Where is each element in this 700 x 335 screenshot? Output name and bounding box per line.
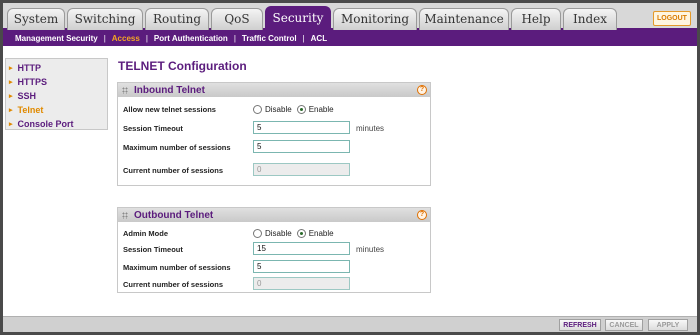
tab-security[interactable]: Security [265, 6, 331, 30]
sidebar-item-console-port[interactable]: ▸ Console Port [6, 117, 107, 131]
subnav-traffic-control[interactable]: Traffic Control [242, 34, 297, 43]
help-icon[interactable]: ? [417, 85, 427, 95]
session-timeout-label: Session Timeout [123, 244, 183, 254]
logout-button[interactable]: LOGOUT [653, 11, 691, 26]
outbound-session-timeout-input[interactable] [253, 242, 350, 255]
max-sessions-label: Maximum number of sessions [123, 142, 231, 152]
sidebar-item-telnet[interactable]: ▸ Telnet [6, 103, 107, 117]
allow-sessions-radio-group: Disable Enable [253, 104, 339, 114]
admin-mode-radio-group: Disable Enable [253, 228, 339, 238]
sidebar-item-https[interactable]: ▸ HTTPS [6, 75, 107, 89]
inbound-current-sessions-field [253, 163, 350, 176]
page-title: TELNET Configuration [118, 59, 247, 73]
drag-grip-icon [122, 86, 128, 94]
max-sessions-label: Maximum number of sessions [123, 262, 231, 272]
subnav-port-authentication[interactable]: Port Authentication [154, 34, 228, 43]
tab-monitoring[interactable]: Monitoring [333, 8, 417, 30]
subnav-management-security[interactable]: Management Security [15, 34, 98, 43]
cancel-button[interactable]: CANCEL [605, 319, 643, 331]
arrow-icon: ▸ [9, 121, 13, 128]
arrow-icon: ▸ [9, 65, 13, 72]
current-sessions-label: Current number of sessions [123, 165, 224, 175]
tab-qos[interactable]: QoS [211, 8, 263, 30]
inbound-telnet-panel: Inbound Telnet ? Allow new telnet sessio… [117, 82, 431, 186]
outbound-current-sessions-field [253, 277, 350, 290]
allow-sessions-label: Allow new telnet sessions [123, 104, 216, 114]
inbound-session-timeout-input[interactable] [253, 121, 350, 134]
allow-disable-radio[interactable] [253, 104, 262, 114]
tab-routing[interactable]: Routing [145, 8, 209, 30]
tab-index[interactable]: Index [563, 8, 617, 30]
tab-system[interactable]: System [7, 8, 65, 30]
tab-maintenance[interactable]: Maintenance [419, 8, 509, 30]
apply-button[interactable]: APPLY [648, 319, 688, 331]
tab-switching[interactable]: Switching [67, 8, 143, 30]
allow-enable-radio[interactable] [296, 104, 306, 114]
sidebar-item-ssh[interactable]: ▸ SSH [6, 89, 107, 103]
action-bar: REFRESH CANCEL APPLY [3, 316, 697, 332]
sidebar: ▸ HTTP ▸ HTTPS ▸ SSH ▸ Telnet ▸ Console Port [5, 58, 108, 130]
inbound-max-sessions-input[interactable] [253, 140, 350, 153]
drag-grip-icon [122, 211, 128, 219]
outbound-max-sessions-input[interactable] [253, 260, 350, 273]
outbound-telnet-panel: Outbound Telnet ? Admin Mode Disable Ena… [117, 207, 431, 293]
arrow-icon: ▸ [9, 93, 13, 100]
admin-disable-radio[interactable] [253, 228, 262, 238]
help-icon[interactable]: ? [417, 210, 427, 220]
inbound-panel-header: Inbound Telnet ? [118, 83, 430, 97]
admin-enable-radio[interactable] [296, 228, 306, 238]
arrow-icon: ▸ [9, 107, 13, 114]
inbound-panel-title: Inbound Telnet [134, 84, 205, 96]
current-sessions-label: Current number of sessions [123, 279, 224, 289]
admin-mode-label: Admin Mode [123, 228, 168, 238]
arrow-icon: ▸ [9, 79, 13, 86]
sidebar-item-http[interactable]: ▸ HTTP [6, 61, 107, 75]
app-window: System Switching Routing QoS Security Mo… [0, 0, 700, 335]
outbound-panel-header: Outbound Telnet ? [118, 208, 430, 222]
timeout-unit: minutes [356, 123, 385, 133]
tab-help[interactable]: Help [511, 8, 561, 30]
session-timeout-label: Session Timeout [123, 123, 183, 133]
subnav-access[interactable]: Access [112, 34, 140, 43]
subnav-acl[interactable]: ACL [311, 34, 327, 43]
top-nav: System Switching Routing QoS Security Mo… [3, 3, 697, 30]
timeout-unit: minutes [356, 244, 385, 254]
sub-nav: Management Security | Access | Port Auth… [3, 30, 697, 46]
outbound-panel-title: Outbound Telnet [134, 209, 214, 221]
refresh-button[interactable]: REFRESH [559, 319, 601, 331]
